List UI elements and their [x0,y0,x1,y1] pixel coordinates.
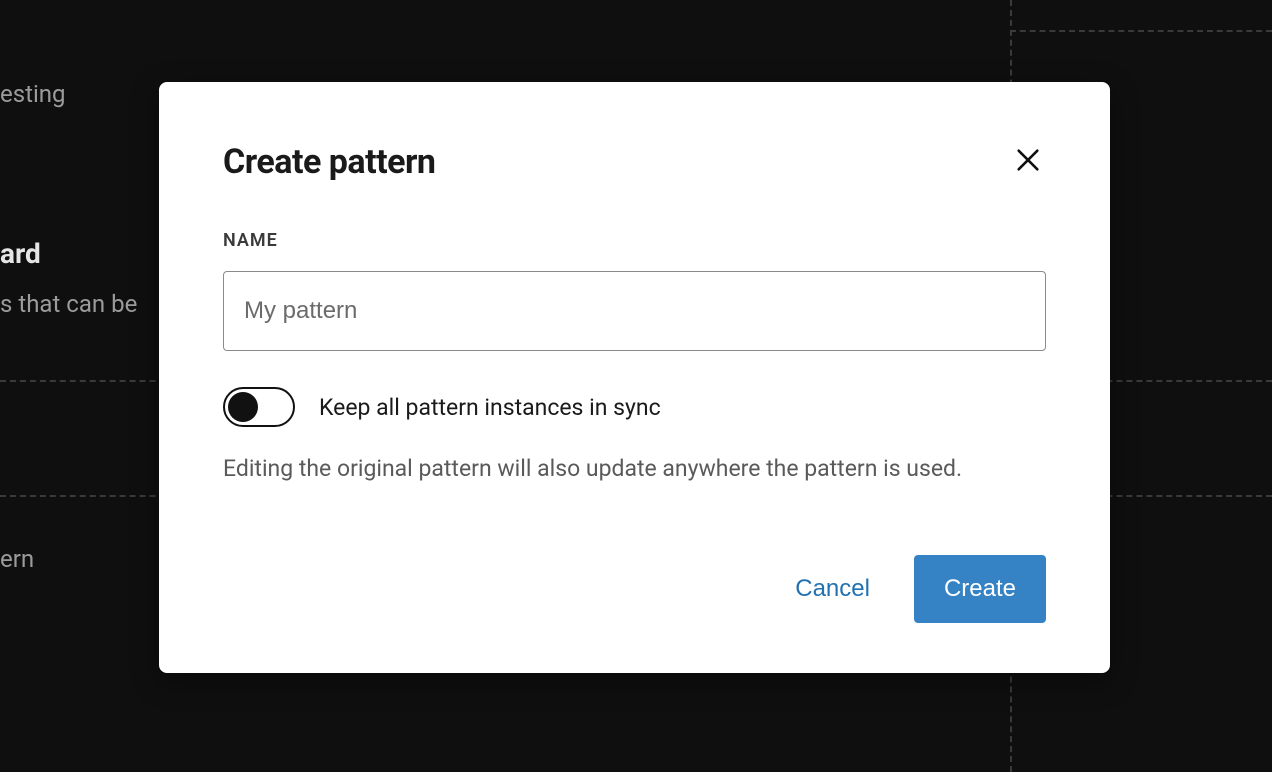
sync-toggle-label: Keep all pattern instances in sync [319,394,661,421]
close-icon [1014,146,1042,177]
sync-help-text: Editing the original pattern will also u… [223,453,1046,485]
toggle-knob [228,392,258,422]
bg-text-fragment: s that can be [0,290,137,318]
close-button[interactable] [1010,142,1046,181]
cancel-button[interactable]: Cancel [787,565,878,613]
modal-title: Create pattern [223,142,435,182]
sync-toggle[interactable] [223,387,295,427]
bg-text-fragment: esting [0,80,66,108]
bg-text-fragment: ern [0,545,34,573]
bg-heading-fragment: ard [0,237,41,270]
name-field-label: NAME [223,230,1046,251]
create-button[interactable]: Create [914,555,1046,623]
create-pattern-modal: Create pattern NAME Keep all pattern ins… [159,82,1110,673]
pattern-name-input[interactable] [223,271,1046,351]
